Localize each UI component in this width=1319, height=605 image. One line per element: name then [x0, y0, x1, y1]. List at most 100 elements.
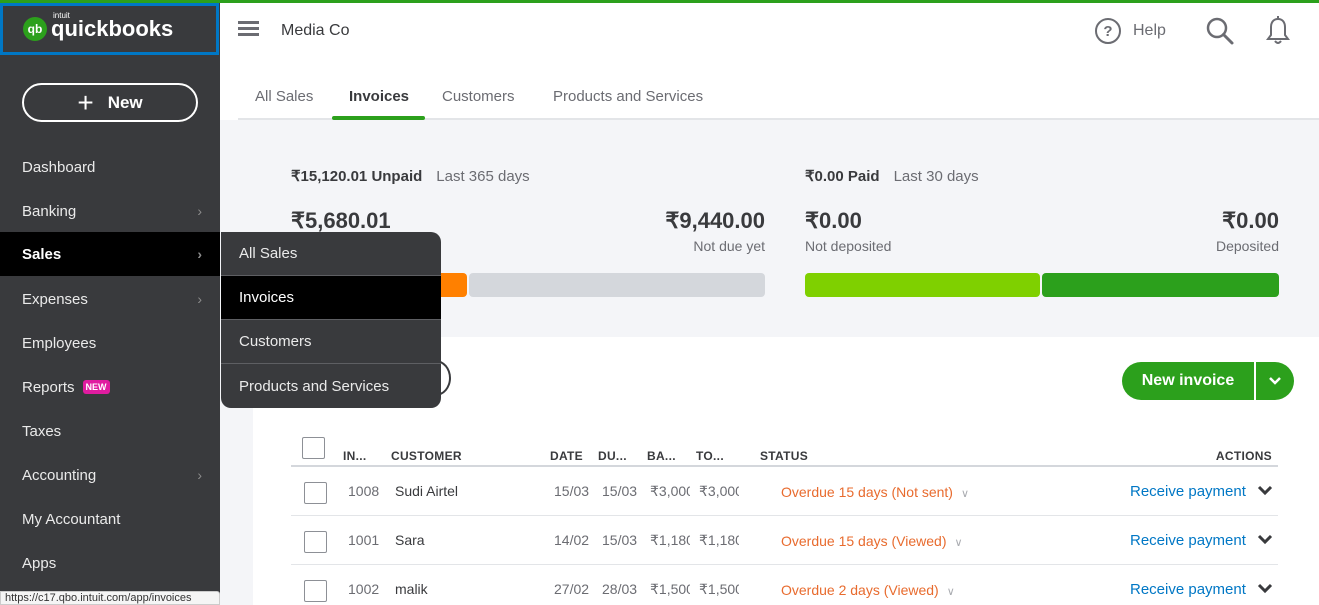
chevron-right-icon: ›: [197, 467, 202, 483]
receive-payment-link[interactable]: Receive payment: [1130, 581, 1246, 598]
due-date: 15/03: [602, 483, 638, 499]
new-invoice-button[interactable]: New invoice: [1122, 362, 1294, 400]
help-button[interactable]: ? Help: [1095, 18, 1166, 44]
due-date: 15/03: [602, 532, 638, 548]
sidebar-item-label: Employees: [22, 334, 97, 352]
not-due-caption: Not due yet: [693, 238, 765, 254]
tab-all-sales[interactable]: All Sales: [255, 88, 313, 105]
row-checkbox[interactable]: [304, 580, 327, 602]
column-header-due-date[interactable]: DU...: [598, 449, 627, 463]
sidebar-item-label: Sales: [22, 245, 62, 263]
sidebar: qb intuit quickbooks + New Dashboard Ban…: [0, 0, 220, 605]
paid-period: Last 30 days: [893, 168, 979, 185]
unpaid-summary-label: ₹15,120.01 Unpaid Last 365 days: [291, 167, 530, 185]
tab-invoices[interactable]: Invoices: [349, 88, 409, 105]
deposited-caption: Deposited: [1215, 238, 1279, 254]
submenu-item-products-and-services[interactable]: Products and Services: [221, 364, 441, 408]
bell-icon[interactable]: [1266, 16, 1290, 46]
chevron-down-icon[interactable]: [1257, 485, 1273, 497]
row-checkbox[interactable]: [304, 482, 327, 504]
not-due-amount: ₹9,440.00: [665, 208, 765, 233]
select-all-checkbox[interactable]: [302, 437, 325, 459]
row-checkbox[interactable]: [304, 531, 327, 553]
unpaid-total: ₹15,120.01 Unpaid: [291, 168, 423, 185]
sidebar-item-label: Accounting: [22, 466, 97, 484]
column-header-invoice-no[interactable]: IN...: [343, 449, 367, 463]
submenu-item-all-sales[interactable]: All Sales: [221, 232, 441, 276]
chevron-down-icon: ∨: [946, 586, 955, 598]
chevron-right-icon: ›: [197, 291, 202, 307]
quickbooks-logo[interactable]: qb intuit quickbooks: [0, 3, 219, 55]
sales-submenu: All Sales Invoices Customers Products an…: [221, 232, 441, 408]
not-deposited-bar[interactable]: [805, 273, 1040, 297]
invoice-no: 1008: [348, 483, 380, 499]
balance: ₹1,180: [650, 532, 690, 548]
deposited-bar[interactable]: [1042, 273, 1279, 297]
chevron-right-icon: ›: [197, 203, 202, 219]
invoice-status[interactable]: Overdue 15 days (Viewed) ∨: [781, 533, 963, 549]
sidebar-item-banking[interactable]: Banking ›: [0, 189, 220, 233]
total: ₹3,000: [699, 483, 739, 499]
invoice-no: 1002: [348, 581, 380, 597]
sidebar-item-accounting[interactable]: Accounting ›: [0, 453, 220, 497]
sidebar-item-label: My Accountant: [22, 510, 121, 528]
hamburger-menu-icon[interactable]: [238, 21, 259, 37]
column-header-status[interactable]: STATUS: [760, 449, 808, 463]
sidebar-item-label: Expenses: [22, 290, 88, 308]
tab-products-and-services[interactable]: Products and Services: [553, 88, 703, 105]
plus-icon: +: [77, 86, 94, 118]
sidebar-item-dashboard[interactable]: Dashboard: [0, 145, 220, 189]
chevron-down-icon: ∨: [954, 537, 963, 549]
company-name: Media Co: [281, 22, 350, 39]
sidebar-item-expenses[interactable]: Expenses ›: [0, 277, 220, 321]
paid-summary-label: ₹0.00 Paid Last 30 days: [805, 167, 979, 185]
sidebar-item-my-accountant[interactable]: My Accountant: [0, 497, 220, 541]
column-header-date[interactable]: DATE: [550, 449, 583, 463]
new-invoice-dropdown[interactable]: [1256, 376, 1294, 386]
sidebar-item-employees[interactable]: Employees: [0, 321, 220, 365]
top-accent-bar: [0, 0, 1319, 3]
total: ₹1,180: [699, 532, 739, 548]
balance: ₹1,500: [650, 581, 690, 597]
paid-total: ₹0.00 Paid: [805, 168, 880, 185]
status-text: Overdue 15 days (Not sent): [781, 484, 953, 500]
search-icon[interactable]: [1205, 16, 1235, 46]
new-button-label: New: [107, 92, 143, 112]
not-due-bar[interactable]: [469, 273, 765, 297]
sidebar-item-label: Banking: [22, 202, 77, 220]
submenu-item-customers[interactable]: Customers: [221, 320, 441, 364]
column-header-balance[interactable]: BA...: [647, 449, 676, 463]
receive-payment-link[interactable]: Receive payment: [1130, 483, 1246, 500]
due-date: 28/03: [602, 581, 638, 597]
invoice-status[interactable]: Overdue 2 days (Viewed) ∨: [781, 582, 955, 598]
invoice-date: 27/02: [554, 581, 590, 597]
new-button[interactable]: + New: [22, 83, 198, 122]
column-header-total[interactable]: TO...: [696, 449, 724, 463]
column-header-customer[interactable]: CUSTOMER: [391, 449, 462, 463]
overdue-amount: ₹5,680.01: [291, 208, 391, 233]
invoice-date: 15/03: [554, 483, 590, 499]
sidebar-item-label: Dashboard: [22, 158, 96, 176]
new-invoice-label: New invoice: [1141, 372, 1235, 389]
not-deposited-amount: ₹0.00: [805, 208, 862, 233]
sidebar-item-apps[interactable]: Apps: [0, 541, 220, 585]
tab-customers[interactable]: Customers: [442, 88, 515, 105]
sales-tabs: All Sales Invoices Customers Products an…: [220, 80, 1319, 120]
sidebar-item-taxes[interactable]: Taxes: [0, 409, 220, 453]
receive-payment-link[interactable]: Receive payment: [1130, 532, 1246, 549]
status-text: Overdue 2 days (Viewed): [781, 582, 939, 598]
chevron-down-icon[interactable]: [1257, 583, 1273, 595]
sidebar-item-reports[interactable]: Reports NEW: [0, 365, 220, 409]
balance: ₹3,000: [650, 483, 690, 499]
question-circle-icon: ?: [1095, 18, 1121, 44]
chevron-down-icon[interactable]: [1257, 534, 1273, 546]
customer-name: Sudi Airtel: [395, 483, 459, 499]
invoice-no: 1001: [348, 532, 380, 548]
not-deposited-caption: Not deposited: [805, 238, 892, 254]
submenu-item-invoices[interactable]: Invoices: [221, 276, 441, 320]
sidebar-item-sales[interactable]: Sales ›: [0, 232, 220, 276]
invoice-status[interactable]: Overdue 15 days (Not sent) ∨: [781, 484, 969, 500]
customer-name: malik: [395, 581, 428, 597]
total: ₹1,500: [699, 581, 739, 597]
sidebar-item-label: Apps: [22, 554, 57, 572]
